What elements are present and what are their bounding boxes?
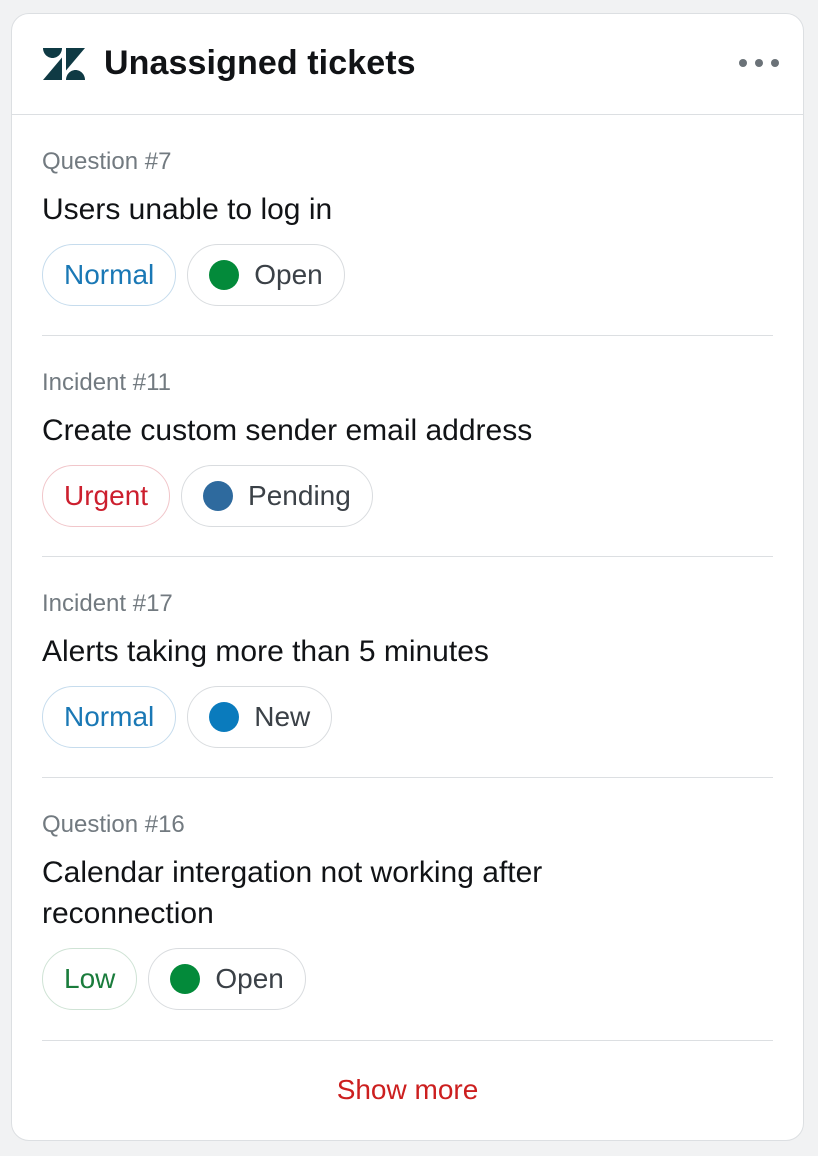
- ticket-title[interactable]: Calendar intergation not working after r…: [42, 852, 642, 934]
- status-badge: Open: [148, 948, 306, 1010]
- status-label: New: [254, 701, 311, 732]
- card-title: Unassigned tickets: [104, 43, 416, 82]
- ticket-title[interactable]: Users unable to log in: [42, 189, 642, 230]
- ticket-badges: Low Open: [42, 948, 773, 1010]
- zendesk-logo-icon: [43, 48, 85, 80]
- more-options-button[interactable]: [739, 50, 779, 76]
- status-dot-icon: [209, 702, 240, 732]
- status-badge: Pending: [181, 465, 373, 527]
- status-label: Open: [215, 963, 284, 994]
- ticket-item[interactable]: Question #16 Calendar intergation not wo…: [42, 778, 773, 1041]
- ticket-type: Question #7: [42, 148, 172, 175]
- card-header: Unassigned tickets: [12, 14, 803, 115]
- status-dot-icon: [170, 964, 201, 994]
- ticket-item[interactable]: Incident #11 Create custom sender email …: [42, 336, 773, 557]
- status-dot-icon: [203, 481, 234, 511]
- ticket-badges: Urgent Pending: [42, 465, 773, 527]
- ticket-badges: Normal New: [42, 686, 773, 748]
- ellipsis-dot-icon: [771, 59, 779, 67]
- priority-badge: Low: [42, 948, 138, 1010]
- ticket-title[interactable]: Alerts taking more than 5 minutes: [42, 631, 642, 672]
- ellipsis-dot-icon: [755, 59, 763, 67]
- show-more-link[interactable]: Show more: [42, 1074, 773, 1106]
- status-badge: Open: [187, 244, 345, 306]
- ticket-item[interactable]: Question #7 Users unable to log in Norma…: [42, 115, 773, 336]
- unassigned-tickets-card: Unassigned tickets Question #7 Users una…: [11, 13, 804, 1141]
- ticket-type: Incident #17: [42, 590, 173, 617]
- priority-badge: Urgent: [42, 465, 171, 527]
- ticket-type: Incident #11: [42, 369, 171, 396]
- ticket-title[interactable]: Create custom sender email address: [42, 410, 642, 451]
- status-badge: New: [187, 686, 333, 748]
- ticket-item[interactable]: Incident #17 Alerts taking more than 5 m…: [42, 557, 773, 778]
- status-dot-icon: [209, 260, 240, 290]
- status-label: Open: [254, 259, 323, 290]
- status-label: Pending: [248, 480, 351, 511]
- priority-badge: Normal: [42, 244, 177, 306]
- ticket-type: Question #16: [42, 811, 185, 838]
- ellipsis-dot-icon: [739, 59, 747, 67]
- priority-badge: Normal: [42, 686, 177, 748]
- ticket-list: Question #7 Users unable to log in Norma…: [12, 115, 803, 1106]
- ticket-badges: Normal Open: [42, 244, 773, 306]
